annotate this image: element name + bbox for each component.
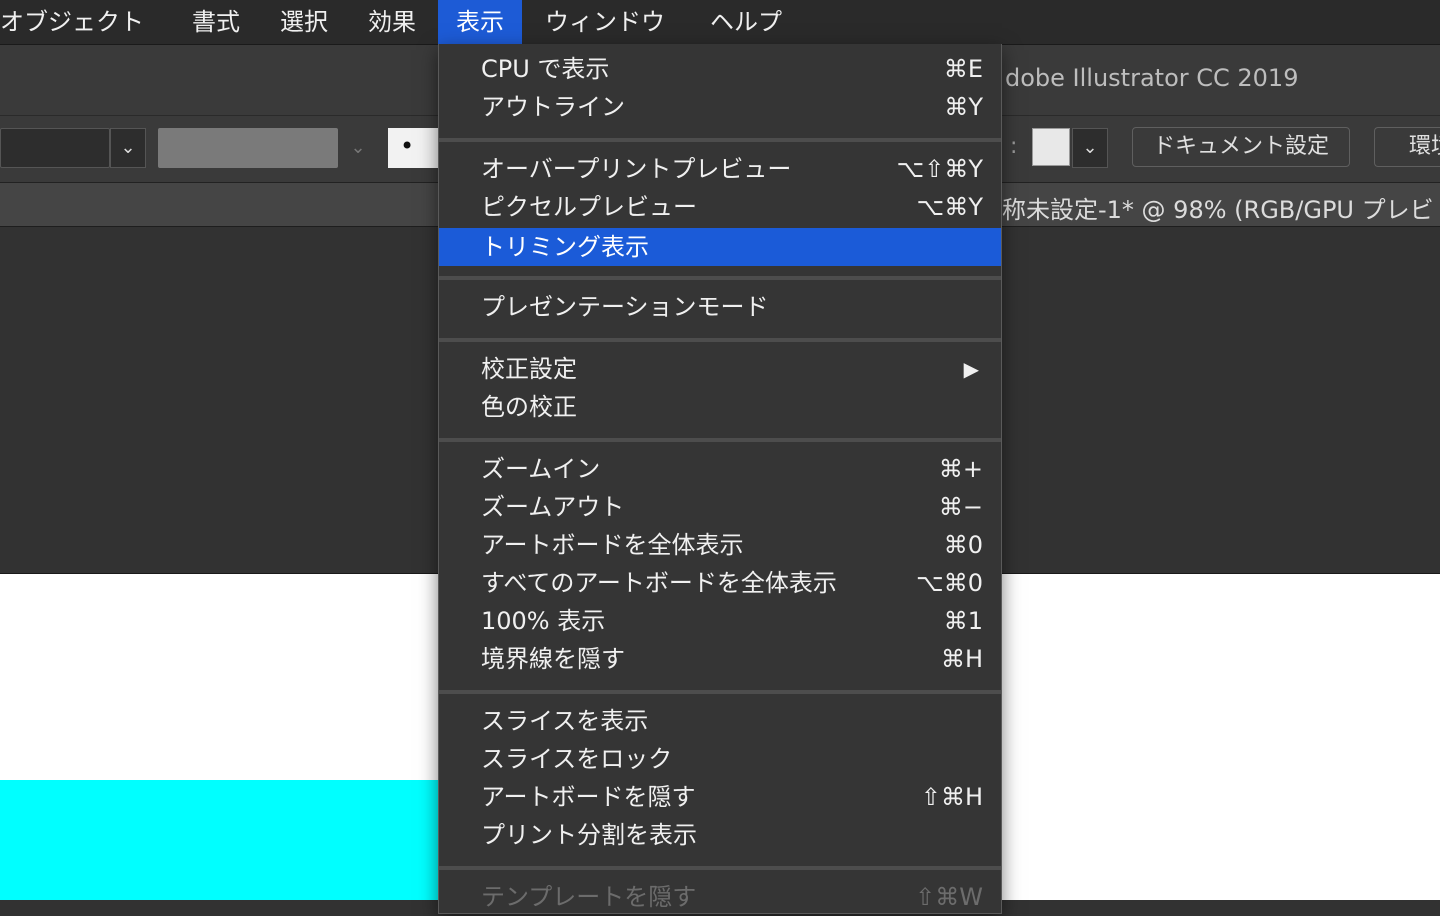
menu-item-outline[interactable]: アウトライン ⌘Y [439, 88, 1001, 126]
menu-separator [439, 690, 1001, 694]
menu-separator [439, 338, 1001, 342]
menu-type[interactable]: 書式 [174, 0, 258, 44]
menu-item-shortcut: ⌥⌘0 [916, 569, 983, 597]
menu-item-show-slices[interactable]: スライスを表示 [439, 702, 1001, 740]
menu-item-shortcut: ⇧⌘W [915, 883, 983, 911]
menu-object[interactable]: オブジェクト [0, 0, 162, 44]
menu-item-shortcut: ⇧⌘H [920, 783, 983, 811]
menu-item-label: プリント分割を表示 [481, 821, 697, 849]
preferences-button[interactable]: 環境 [1374, 127, 1440, 167]
menu-separator [439, 438, 1001, 442]
menu-item-label: スライスを表示 [481, 707, 649, 735]
menu-item-proof-colors[interactable]: 色の校正 [439, 388, 1001, 426]
opacity-colon: : [1010, 134, 1018, 159]
chevron-down-icon[interactable]: ⌄ [110, 128, 146, 168]
menu-item-shortcut: ⌘E [943, 55, 983, 83]
menu-item-label: ピクセルプレビュー [481, 193, 697, 221]
menubar: オブジェクト 書式 選択 効果 表示 ウィンドウ ヘルプ [0, 0, 1440, 45]
menu-select[interactable]: 選択 [262, 0, 346, 44]
menu-item-zoom-out[interactable]: ズームアウト ⌘− [439, 488, 1001, 526]
submenu-arrow-icon: ▶ [963, 357, 979, 381]
chevron-down-icon[interactable]: ⌄ [1072, 128, 1108, 168]
menu-item-label: 校正設定 [481, 355, 577, 383]
menu-item-shortcut: ⌘+ [938, 455, 983, 483]
menu-item-label: ズームイン [481, 455, 601, 483]
menu-item-label: アウトライン [481, 93, 625, 121]
menu-item-cpu-view[interactable]: CPU で表示 ⌘E [439, 50, 1001, 88]
menu-item-zoom-in[interactable]: ズームイン ⌘+ [439, 450, 1001, 488]
menu-item-overprint-preview[interactable]: オーバープリントプレビュー ⌥⇧⌘Y [439, 150, 1001, 188]
menu-item-label: ズームアウト [481, 493, 625, 521]
chevron-down-icon[interactable]: ⌄ [340, 128, 376, 168]
menu-item-trim-view[interactable]: トリミング表示 [439, 228, 1001, 266]
menu-item-label: 色の校正 [481, 393, 577, 421]
cyan-rectangle[interactable] [0, 780, 440, 900]
menu-view[interactable]: 表示 [438, 0, 522, 44]
app-title: dobe Illustrator CC 2019 [1005, 64, 1299, 92]
menu-item-proof-setup[interactable]: 校正設定 ▶ [439, 350, 1001, 388]
menu-item-label: オーバープリントプレビュー [481, 155, 792, 183]
menu-item-hide-artboards[interactable]: アートボードを隠す ⇧⌘H [439, 778, 1001, 816]
menu-separator [439, 138, 1001, 142]
menu-item-label: テンプレートを隠す [481, 883, 697, 911]
menu-item-presentation-mode[interactable]: プレゼンテーションモード [439, 288, 1001, 326]
menu-item-lock-slices[interactable]: スライスをロック [439, 740, 1001, 778]
menu-item-label: プレゼンテーションモード [481, 293, 769, 321]
brush-definition-select[interactable]: • [388, 128, 438, 168]
menu-item-label: 境界線を隠す [481, 645, 625, 673]
menu-item-shortcut: ⌘1 [943, 607, 983, 635]
menu-item-label: アートボードを全体表示 [481, 531, 744, 559]
menu-item-shortcut: ⌥⌘Y [916, 193, 983, 221]
menu-item-label: アートボードを隠す [481, 783, 696, 811]
menu-separator [439, 866, 1001, 870]
menu-item-pixel-preview[interactable]: ピクセルプレビュー ⌥⌘Y [439, 188, 1001, 226]
menu-item-shortcut: ⌘Y [944, 93, 983, 121]
menu-item-fit-all[interactable]: すべてのアートボードを全体表示 ⌥⌘0 [439, 564, 1001, 602]
menu-effect[interactable]: 効果 [350, 0, 434, 44]
menu-item-hide-template: テンプレートを隠す ⇧⌘W [439, 878, 1001, 916]
menu-item-shortcut: ⌥⇧⌘Y [896, 155, 983, 183]
document-setup-button[interactable]: ドキュメント設定 [1132, 127, 1351, 167]
menu-item-label: スライスをロック [481, 745, 673, 773]
menu-item-label: 100% 表示 [481, 607, 606, 635]
variable-width-select[interactable] [158, 128, 338, 168]
menu-item-label: すべてのアートボードを全体表示 [481, 569, 837, 597]
stroke-select[interactable] [0, 128, 110, 168]
menu-item-actual-size[interactable]: 100% 表示 ⌘1 [439, 602, 1001, 640]
menu-separator [439, 276, 1001, 280]
menu-help[interactable]: ヘルプ [692, 0, 800, 44]
menu-item-label: トリミング表示 [481, 233, 649, 261]
style-swatch[interactable] [1032, 128, 1070, 166]
menu-item-hide-edges[interactable]: 境界線を隠す ⌘H [439, 640, 1001, 678]
menu-item-label: CPU で表示 [481, 55, 610, 83]
menu-item-shortcut: ⌘0 [943, 531, 983, 559]
view-menu-dropdown: CPU で表示 ⌘E アウトライン ⌘Y オーバープリントプレビュー ⌥⇧⌘Y … [438, 44, 1002, 914]
menu-item-fit-artboard[interactable]: アートボードを全体表示 ⌘0 [439, 526, 1001, 564]
menu-item-shortcut: ⌘H [940, 645, 983, 673]
menu-window[interactable]: ウィンドウ [527, 0, 683, 44]
menu-item-shortcut: ⌘− [938, 493, 983, 521]
menu-item-show-print-tiling[interactable]: プリント分割を表示 [439, 816, 1001, 854]
document-tab[interactable]: 称未設定-1* @ 98% (RGB/GPU プレビ [1002, 190, 1434, 225]
